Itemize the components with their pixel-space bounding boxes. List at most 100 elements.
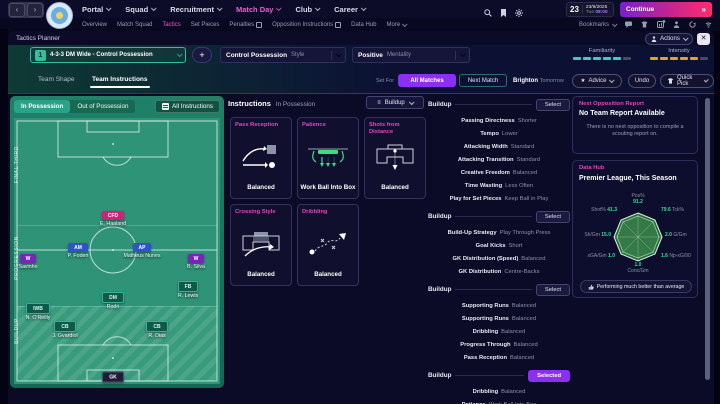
instruction-row[interactable]: PatienceWork Ball Into Box bbox=[428, 397, 570, 404]
signal-icon[interactable] bbox=[705, 21, 712, 28]
continue-button[interactable]: Continue » bbox=[620, 2, 712, 17]
forward-button[interactable]: › bbox=[27, 3, 43, 17]
instruction-row[interactable]: TempoLower bbox=[428, 126, 570, 139]
mentality-selector[interactable]: Positive Mentality bbox=[352, 47, 470, 63]
instruction-row[interactable]: GK DistributionCentre-Backs bbox=[428, 264, 570, 277]
position-badge[interactable]: GK bbox=[102, 372, 124, 383]
player-savinho[interactable]: WSavinho bbox=[10, 254, 48, 270]
select-button[interactable]: Select bbox=[536, 284, 570, 296]
select-button[interactable]: Select bbox=[536, 211, 570, 223]
next-match-button[interactable]: Next Match bbox=[459, 74, 507, 87]
instruction-card-patience[interactable]: Patience Work Ball Into Box bbox=[297, 117, 359, 199]
subnav-match-squad[interactable]: Match Squad bbox=[117, 22, 152, 28]
instruction-row[interactable]: Goal KicksShort bbox=[428, 238, 570, 251]
subnav-data-hub[interactable]: Data Hub bbox=[351, 22, 376, 28]
instruction-row[interactable]: Supporting RunsBalanced bbox=[428, 298, 570, 311]
notification-dot bbox=[663, 20, 666, 23]
club-crest-icon[interactable] bbox=[46, 2, 73, 29]
add-tactic-button[interactable]: + bbox=[192, 47, 212, 63]
position-badge[interactable]: IWB bbox=[26, 303, 50, 314]
player-e-haaland[interactable]: CFDE. Haaland bbox=[93, 211, 133, 227]
position-badge[interactable]: CB bbox=[146, 321, 167, 332]
undo-button[interactable]: Undo bbox=[628, 74, 656, 88]
instruction-row[interactable]: Creative FreedomBalanced bbox=[428, 165, 570, 178]
player-r-lewis[interactable]: FBR. Lewis bbox=[168, 281, 208, 299]
position-badge[interactable]: AM bbox=[68, 243, 88, 252]
back-button[interactable]: ‹ bbox=[9, 3, 25, 17]
menu-career[interactable]: Career bbox=[334, 5, 365, 14]
next-opponent[interactable]: Brighton Tomorrow bbox=[513, 78, 564, 84]
select-button[interactable]: Select bbox=[536, 99, 570, 111]
subnav-overview[interactable]: Overview bbox=[82, 22, 107, 28]
subnav-penalties[interactable]: Penalties bbox=[229, 22, 262, 28]
instruction-row[interactable]: DribblingBalanced bbox=[428, 384, 570, 397]
instruction-card-dribbling[interactable]: Dribbling Balanced bbox=[297, 204, 359, 286]
instruction-row[interactable]: Passing DirectnessShorter bbox=[428, 113, 570, 126]
performance-badge[interactable]: Performing much better than average bbox=[580, 280, 692, 293]
position-badge[interactable]: AP bbox=[133, 243, 152, 252]
player-gk[interactable]: GK bbox=[93, 372, 133, 383]
instruction-card-pass-reception[interactable]: Pass Reception Balanced bbox=[230, 117, 292, 199]
player-j-gvardiol[interactable]: CBJ. Gvardiol bbox=[45, 321, 85, 339]
player-rodri[interactable]: DMRodri bbox=[93, 292, 133, 310]
divider bbox=[455, 289, 531, 290]
pitch-field[interactable]: FINAL THIRD PROGRESSION BUILDUP CFDE. Ha… bbox=[14, 118, 220, 384]
position-badge[interactable]: DM bbox=[102, 292, 124, 303]
advice-button[interactable]: ★Advice bbox=[572, 74, 622, 88]
all-matches-button[interactable]: All Matches bbox=[398, 74, 456, 87]
subnav-more[interactable]: More bbox=[386, 22, 406, 28]
actions-button[interactable]: Actions bbox=[645, 33, 693, 45]
style-selector[interactable]: Control Possession Style bbox=[220, 47, 346, 63]
shirt-icon bbox=[667, 78, 674, 84]
menu-club[interactable]: Club bbox=[295, 5, 319, 14]
menu-portal[interactable]: Portal bbox=[82, 5, 110, 14]
tab-team-instructions[interactable]: Team Instructions bbox=[92, 76, 148, 83]
instruction-row[interactable]: Supporting RunsBalanced bbox=[428, 311, 570, 324]
quick-pick-button[interactable]: Quick Pick bbox=[660, 74, 714, 88]
instruction-row[interactable]: Pass ReceptionBalanced bbox=[428, 350, 570, 363]
player-p-foden[interactable]: AMP. Foden bbox=[58, 243, 98, 259]
instruction-card-crossing-style[interactable]: Crossing Style Balanced bbox=[230, 204, 292, 286]
instruction-row[interactable]: Play for Set PiecesKeep Ball in Play bbox=[428, 191, 570, 204]
instruction-row[interactable]: DribblingBalanced bbox=[428, 324, 570, 337]
subnav-tactics[interactable]: Tactics bbox=[162, 22, 180, 28]
instruction-row[interactable]: Progress ThroughBalanced bbox=[428, 337, 570, 350]
instruction-row[interactable]: Attacking WidthStandard bbox=[428, 139, 570, 152]
person-icon[interactable] bbox=[673, 21, 680, 28]
subnav-set-pieces[interactable]: Set Pieces bbox=[191, 22, 220, 28]
sync-icon[interactable] bbox=[689, 21, 696, 28]
external-link-icon bbox=[256, 22, 262, 28]
menu-squad[interactable]: Squad bbox=[125, 5, 155, 14]
instruction-row[interactable]: Attacking TransitionStandard bbox=[428, 152, 570, 165]
game-date[interactable]: 23 23/9/2025 Tue 08:00 bbox=[566, 2, 614, 17]
tab-team-shape[interactable]: Team Shape bbox=[38, 76, 75, 83]
close-icon[interactable]: ✕ bbox=[697, 33, 710, 45]
position-badge[interactable]: W bbox=[188, 254, 205, 263]
tab-out-of-possession[interactable]: Out of Possession bbox=[70, 100, 135, 113]
instruction-row[interactable]: Build-Up StrategyPlay Through Press bbox=[428, 225, 570, 238]
tab-in-possession[interactable]: In Possession bbox=[14, 100, 70, 113]
player-matheus-nunes[interactable]: APMatheus Nunes bbox=[122, 243, 162, 259]
subnav-opposition-instructions[interactable]: Opposition Instructions bbox=[272, 22, 341, 28]
tactic-selector[interactable]: 1 4-3-3 DM Wide - Control Possession bbox=[30, 47, 186, 63]
all-instructions-button[interactable]: All Instructions bbox=[155, 100, 220, 113]
player-n-o-reilly[interactable]: IWBN. O'Reilly bbox=[18, 303, 58, 321]
position-badge[interactable]: CFD bbox=[102, 211, 124, 220]
menu-recruitment[interactable]: Recruitment bbox=[170, 5, 221, 14]
selected-button[interactable]: Selected bbox=[528, 370, 570, 382]
instruction-card-shots-from-distance[interactable]: Shots from Distance Balanced bbox=[364, 117, 426, 199]
player-r-dias[interactable]: CBR. Dias bbox=[137, 321, 177, 339]
chat-icon[interactable] bbox=[625, 21, 632, 28]
instruction-row[interactable]: Time WastingLess Often bbox=[428, 178, 570, 191]
bookmarks-dropdown[interactable]: Bookmarks bbox=[579, 22, 616, 28]
position-badge[interactable]: W bbox=[20, 254, 37, 263]
instruction-group-dropdown[interactable]: ≡ Buildup bbox=[366, 96, 424, 109]
report-icon[interactable] bbox=[657, 21, 664, 28]
vertical-scrollbar[interactable] bbox=[705, 98, 710, 380]
position-badge[interactable]: CB bbox=[54, 321, 75, 332]
instruction-row[interactable]: GK Distribution (Speed)Balanced bbox=[428, 251, 570, 264]
player-b-silva[interactable]: WB. Silva bbox=[176, 254, 216, 270]
position-badge[interactable]: FB bbox=[178, 281, 199, 292]
menu-match-day[interactable]: Match Day bbox=[236, 5, 281, 14]
shirt-icon[interactable] bbox=[641, 21, 648, 28]
